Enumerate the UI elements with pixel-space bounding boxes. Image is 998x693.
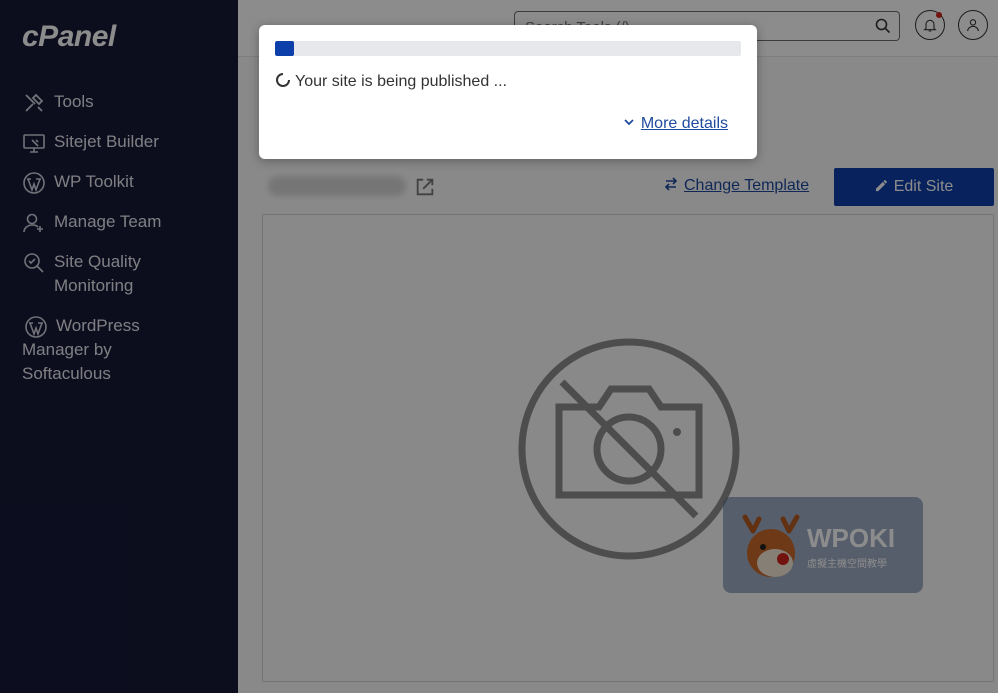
publish-status: Your site is being published ... [275, 72, 507, 91]
spinner-icon [276, 73, 290, 87]
publishing-dialog: Your site is being published ... More de… [259, 25, 757, 159]
publish-progress-fill [275, 41, 294, 56]
more-details-link[interactable]: More details [623, 115, 728, 133]
chevron-down-icon [624, 119, 634, 126]
more-details-label: More details [640, 115, 728, 132]
publish-progress-bar [275, 41, 741, 56]
publish-status-text: Your site is being published ... [295, 73, 507, 90]
